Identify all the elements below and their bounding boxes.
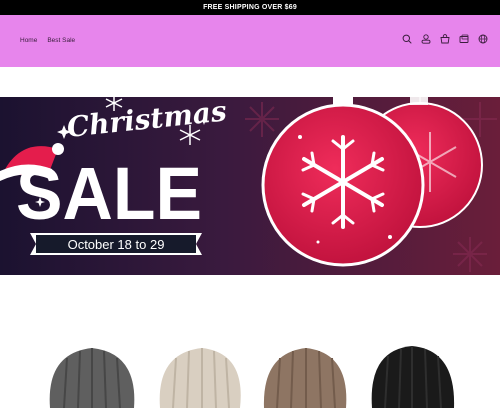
globe-icon[interactable] (478, 34, 488, 44)
product-card-grey-beanie[interactable] (42, 338, 142, 408)
banner-dates: October 18 to 29 (68, 237, 165, 252)
product-card-cream-beanie[interactable] (150, 338, 250, 408)
announcement-text: FREE SHIPPING OVER $69 (203, 4, 297, 11)
product-grid (0, 330, 500, 408)
nav-item-home[interactable]: Home (20, 37, 37, 44)
gift-card-icon[interactable] (459, 34, 469, 44)
banner-artwork: Christmas SALE October 18 to 29 (0, 97, 500, 275)
product-card-black-beanie[interactable] (364, 338, 464, 408)
site-header: Home Best Sale (0, 15, 500, 67)
announcement-bar: FREE SHIPPING OVER $69 (0, 0, 500, 15)
account-icon[interactable] (421, 34, 431, 44)
main-nav: Home Best Sale (20, 37, 75, 44)
nav-item-best-sale[interactable]: Best Sale (47, 37, 75, 44)
cart-icon[interactable] (440, 34, 450, 44)
product-card-brown-beanie[interactable] (256, 338, 356, 408)
banner-title-sale: SALE (16, 152, 202, 235)
search-icon[interactable] (402, 34, 412, 44)
header-icons (402, 34, 488, 44)
christmas-sale-banner[interactable]: Christmas SALE October 18 to 29 (0, 97, 500, 275)
